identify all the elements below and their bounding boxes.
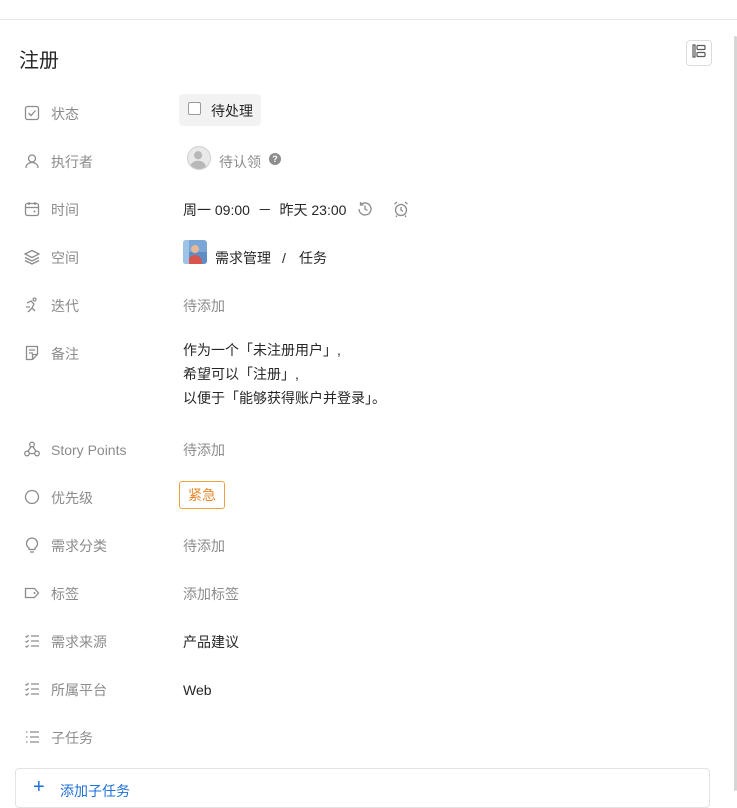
note-line: 以便于「能够获得账户并登录」。 bbox=[183, 390, 386, 406]
add-subtask-button[interactable]: + 添加子任务 bbox=[15, 768, 710, 808]
field-source: 需求来源 产品建议 bbox=[0, 622, 730, 662]
field-label: 执行者 bbox=[51, 154, 93, 170]
field-label: 优先级 bbox=[51, 490, 93, 506]
field-priority: 优先级 紧急 bbox=[0, 478, 730, 518]
field-tags: 标签 添加标签 bbox=[0, 574, 730, 614]
category-value[interactable]: 待添加 bbox=[183, 536, 225, 556]
iteration-value[interactable]: 待添加 bbox=[183, 296, 225, 316]
field-label: 备注 bbox=[51, 346, 79, 362]
breadcrumb-separator: / bbox=[282, 250, 286, 266]
story-points-value[interactable]: 待添加 bbox=[183, 440, 225, 460]
note-content[interactable]: 作为一个「未注册用户」, 希望可以「注册」, 以便于「能够获得账户并登录」。 bbox=[183, 338, 386, 410]
priority-badge[interactable]: 紧急 bbox=[179, 481, 225, 509]
field-label: 子任务 bbox=[51, 730, 93, 746]
graph-icon bbox=[23, 440, 41, 458]
field-label: Story Points bbox=[51, 442, 127, 458]
field-subtasks: 子任务 bbox=[0, 718, 730, 758]
field-platform: 所属平台 Web bbox=[0, 670, 730, 710]
status-value: 待处理 bbox=[211, 103, 253, 119]
field-label: 状态 bbox=[51, 106, 79, 122]
page-title: 注册 bbox=[19, 50, 59, 72]
checkbox-icon bbox=[23, 104, 41, 122]
platform-value[interactable]: Web bbox=[183, 680, 212, 700]
field-iteration: 迭代 待添加 bbox=[0, 286, 730, 326]
plus-icon: + bbox=[33, 776, 45, 798]
add-tag-link[interactable]: 添加标签 bbox=[183, 584, 239, 604]
checklist-icon bbox=[23, 632, 41, 650]
history-icon[interactable] bbox=[356, 200, 374, 218]
field-assignee: 执行者 待认领 ? bbox=[0, 142, 730, 182]
field-status: 状态 待处理 bbox=[0, 94, 730, 134]
note-line: 希望可以「注册」, bbox=[183, 366, 299, 382]
time-range-value[interactable]: 周一 09:00 － 昨天 23:00 bbox=[183, 200, 346, 220]
layout-toggle-button[interactable] bbox=[686, 40, 712, 66]
note-icon bbox=[23, 344, 41, 362]
alarm-icon[interactable] bbox=[392, 200, 410, 218]
run-icon bbox=[23, 296, 41, 314]
add-subtask-label: 添加子任务 bbox=[60, 783, 130, 799]
field-note: 备注 作为一个「未注册用户」, 希望可以「注册」, 以便于「能够获得账户并登录」… bbox=[0, 334, 730, 414]
checklist-icon bbox=[23, 680, 41, 698]
project-avatar bbox=[183, 240, 207, 264]
note-line: 作为一个「未注册用户」, bbox=[183, 342, 341, 358]
tag-icon bbox=[23, 584, 41, 602]
help-icon[interactable]: ? bbox=[269, 153, 281, 165]
field-time: 时间 周一 09:00 － 昨天 23:00 bbox=[0, 190, 730, 230]
field-label: 需求来源 bbox=[51, 634, 107, 650]
field-label: 标签 bbox=[51, 586, 79, 602]
layout-icon bbox=[692, 43, 706, 63]
field-label: 时间 bbox=[51, 202, 79, 218]
status-select[interactable]: 待处理 bbox=[179, 94, 261, 126]
field-story-points: Story Points 待添加 bbox=[0, 430, 730, 470]
avatar[interactable] bbox=[187, 146, 211, 170]
field-category: 需求分类 待添加 bbox=[0, 526, 730, 566]
assignee-value[interactable]: 待认领 bbox=[219, 152, 261, 172]
field-label: 空间 bbox=[51, 250, 79, 266]
circle-icon bbox=[23, 488, 41, 506]
list-icon bbox=[23, 728, 41, 746]
space-module[interactable]: 任务 bbox=[299, 248, 327, 268]
bulb-icon bbox=[23, 536, 41, 554]
user-icon bbox=[23, 152, 41, 170]
field-space: 空间 需求管理 / 任务 bbox=[0, 238, 730, 278]
field-label: 需求分类 bbox=[51, 538, 107, 554]
source-value[interactable]: 产品建议 bbox=[183, 632, 239, 652]
top-strip bbox=[0, 0, 737, 20]
field-label: 迭代 bbox=[51, 298, 79, 314]
calendar-icon bbox=[23, 200, 41, 218]
layers-icon bbox=[23, 248, 41, 266]
field-label: 所属平台 bbox=[51, 682, 107, 698]
space-project[interactable]: 需求管理 bbox=[215, 248, 271, 268]
status-checkbox-icon bbox=[188, 102, 201, 115]
